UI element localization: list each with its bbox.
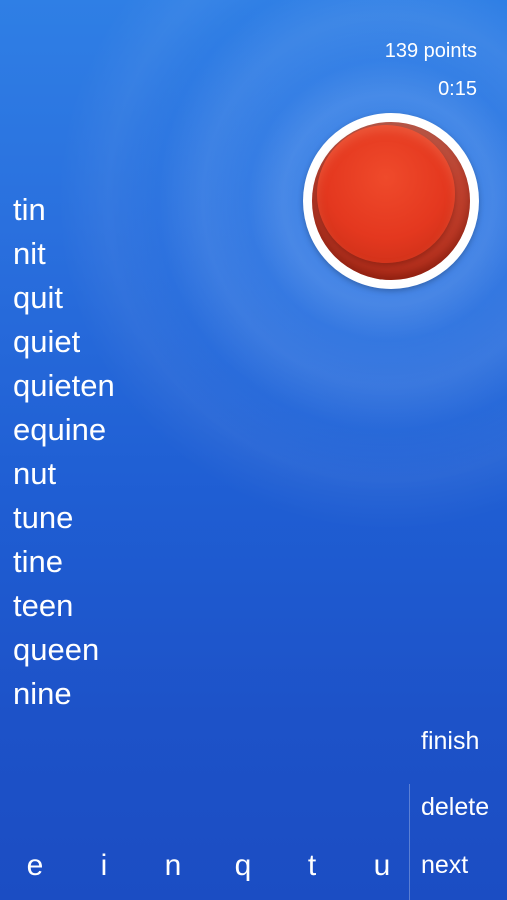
found-word: tine (13, 544, 63, 579)
found-word: teen (13, 588, 74, 623)
letter-tile-u[interactable]: u (362, 843, 402, 889)
found-word: tune (13, 500, 74, 535)
button-core (317, 125, 455, 263)
finish-button[interactable]: finish (421, 727, 479, 756)
timer-label: 0:15 (438, 78, 477, 100)
letter-tile-i[interactable]: i (84, 843, 124, 889)
found-word: equine (13, 412, 107, 447)
action-divider (409, 784, 410, 900)
letter-tile-t[interactable]: t (292, 843, 332, 889)
letter-tile-n[interactable]: n (153, 843, 193, 889)
found-word: nine (13, 676, 72, 711)
letter-tile-e[interactable]: e (15, 843, 55, 889)
found-word: quiet (13, 324, 81, 359)
found-word: quit (13, 280, 63, 315)
found-word: nit (13, 236, 46, 271)
found-word: queen (13, 632, 100, 667)
score-label: 139 points (384, 40, 477, 62)
next-button[interactable]: next (421, 851, 468, 880)
found-word: tin (13, 192, 46, 227)
found-words-list: tin nit quit quiet quieten equine nut tu… (13, 188, 115, 716)
red-round-button-icon[interactable] (303, 113, 479, 289)
delete-button[interactable]: delete (421, 793, 489, 822)
letter-tile-q[interactable]: q (223, 843, 263, 889)
found-word: nut (13, 456, 57, 491)
found-word: quieten (13, 368, 115, 403)
letter-tiles-row: e i n q t u (0, 843, 409, 889)
